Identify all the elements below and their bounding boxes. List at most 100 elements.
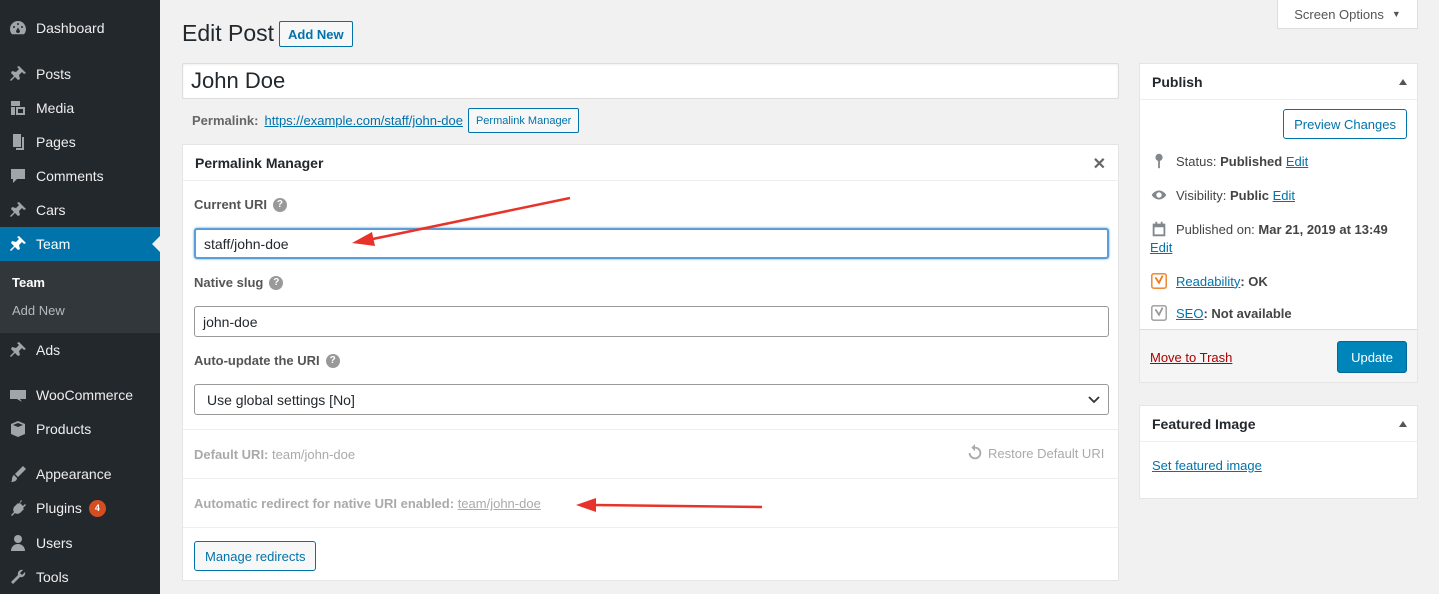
add-new-button[interactable]: Add New (279, 21, 353, 47)
sidebar-item-label: Cars (36, 202, 66, 218)
published-value: Mar 21, 2019 at 13:49 (1258, 222, 1388, 237)
dashboard-icon (0, 18, 36, 38)
post-title-input[interactable]: John Doe (182, 63, 1119, 99)
sidebar-item-users[interactable]: Users (0, 526, 160, 560)
status-label: Status: (1176, 153, 1217, 169)
permalink-label: Permalink: (192, 113, 259, 128)
published-edit-link[interactable]: Edit (1150, 240, 1172, 255)
box-icon (0, 419, 36, 439)
seo-row: SEO: Not available (1150, 304, 1292, 322)
admin-sidebar: Dashboard Posts Media Pages Comments Car… (0, 0, 160, 594)
help-icon[interactable]: ? (269, 275, 284, 290)
move-to-trash-link[interactable]: Move to Trash (1150, 350, 1232, 365)
sidebar-item-label: Posts (36, 66, 72, 82)
preview-changes-button[interactable]: Preview Changes (1283, 109, 1407, 139)
divider (183, 429, 1118, 430)
media-icon (0, 98, 36, 118)
featured-image-box: Featured Image Set featured image (1139, 405, 1418, 499)
permalink-manager-button[interactable]: Permalink Manager (467, 108, 580, 133)
redirect-link[interactable]: team/john-doe (458, 496, 541, 511)
brush-icon (0, 464, 36, 484)
help-icon[interactable]: ? (272, 197, 287, 212)
default-uri-row: Default URI: team/john-doe (194, 447, 355, 462)
sidebar-item-label: Team (36, 236, 71, 252)
sidebar-item-label: Users (36, 535, 73, 551)
featured-image-header[interactable]: Featured Image (1140, 406, 1417, 442)
label-text: Current URI (194, 197, 267, 212)
pages-icon (0, 132, 36, 152)
help-icon[interactable]: ? (325, 353, 340, 368)
sidebar-item-label: Tools (36, 569, 69, 585)
native-slug-input[interactable]: john-doe (194, 306, 1109, 337)
sidebar-item-label: Plugins (36, 500, 82, 516)
set-featured-image-link[interactable]: Set featured image (1152, 458, 1262, 473)
status-edit-link[interactable]: Edit (1286, 154, 1308, 169)
redirect-label: Automatic redirect for native URI enable… (194, 496, 455, 511)
publish-title: Publish (1152, 73, 1203, 90)
permalink-manager-box: Permalink Manager ✕ Current URI ? staff/… (182, 144, 1119, 581)
submenu-item-team[interactable]: Team (12, 275, 45, 290)
permalink-row: Permalink: https://example.com/staff/joh… (192, 108, 580, 133)
seo-value: : Not available (1203, 305, 1292, 321)
update-button[interactable]: Update (1337, 341, 1407, 373)
sidebar-item-woocommerce[interactable]: WooCommerce (0, 378, 160, 412)
woo-icon (0, 385, 36, 405)
auto-update-select[interactable]: Use global settings [No] (194, 384, 1109, 415)
visibility-label: Visibility: (1176, 187, 1227, 203)
caret-down-icon: ▼ (1391, 9, 1401, 19)
label-text: Auto-update the URI (194, 353, 320, 368)
collapse-arrow-icon[interactable] (1399, 78, 1407, 85)
default-uri-value: team/john-doe (272, 447, 356, 462)
page-title: Edit Post (182, 20, 275, 46)
sidebar-item-comments[interactable]: Comments (0, 159, 160, 193)
divider (183, 527, 1118, 528)
visibility-edit-link[interactable]: Edit (1273, 188, 1295, 203)
sidebar-item-label: Ads (36, 342, 61, 358)
readability-link[interactable]: Readability (1176, 274, 1240, 289)
restore-default-label: Restore Default URI (988, 445, 1105, 461)
collapse-arrow-icon[interactable] (1399, 420, 1407, 427)
team-submenu (0, 261, 160, 333)
sidebar-item-dashboard[interactable]: Dashboard (0, 11, 160, 45)
pin-icon (0, 340, 36, 360)
published-label: Published on: (1176, 222, 1255, 237)
published-on-row: Published on: Mar 21, 2019 at 13:49 (1150, 220, 1388, 240)
sidebar-item-posts[interactable]: Posts (0, 57, 160, 91)
publish-box-header[interactable]: Publish (1140, 64, 1417, 100)
active-menu-arrow (152, 236, 160, 252)
sidebar-item-media[interactable]: Media (0, 91, 160, 125)
published-edit-row: Edit (1150, 240, 1172, 255)
seo-link[interactable]: SEO (1176, 306, 1203, 321)
sidebar-item-tools[interactable]: Tools (0, 560, 160, 594)
close-icon[interactable]: ✕ (1093, 154, 1106, 174)
chevron-down-icon (1088, 395, 1100, 403)
sidebar-item-plugins[interactable]: Plugins 4 (0, 491, 160, 525)
submenu-item-add-new[interactable]: Add New (12, 303, 65, 318)
wrench-icon (0, 567, 36, 587)
pin-status-icon (1155, 153, 1163, 169)
yoast-seo-icon (1151, 305, 1167, 321)
comments-icon (0, 166, 36, 186)
manage-redirects-button[interactable]: Manage redirects (194, 541, 317, 571)
sidebar-item-team[interactable]: Team (0, 227, 160, 261)
yoast-readability-icon (1151, 273, 1167, 289)
restore-default-uri-link[interactable]: Restore Default URI (966, 444, 1104, 462)
permalink-manager-title: Permalink Manager (183, 145, 1118, 181)
current-uri-input[interactable]: staff/john-doe (194, 228, 1109, 259)
plugin-icon (0, 498, 36, 518)
redirect-row: Automatic redirect for native URI enable… (194, 496, 541, 511)
sidebar-item-ads[interactable]: Ads (0, 333, 160, 367)
sidebar-item-pages[interactable]: Pages (0, 125, 160, 159)
sidebar-item-appearance[interactable]: Appearance (0, 457, 160, 491)
sidebar-item-label: WooCommerce (36, 387, 133, 403)
status-value: Published (1220, 153, 1283, 169)
screen-options-button[interactable]: Screen Options ▼ (1277, 0, 1418, 29)
sidebar-item-products[interactable]: Products (0, 412, 160, 446)
sidebar-item-label: Products (36, 421, 92, 437)
sidebar-item-label: Pages (36, 134, 76, 150)
permalink-link[interactable]: https://example.com/staff/john-doe (264, 113, 462, 128)
sidebar-item-cars[interactable]: Cars (0, 193, 160, 227)
restore-icon (968, 444, 982, 460)
select-value: Use global settings [No] (207, 391, 355, 408)
status-row: Status: Published Edit (1150, 152, 1308, 170)
